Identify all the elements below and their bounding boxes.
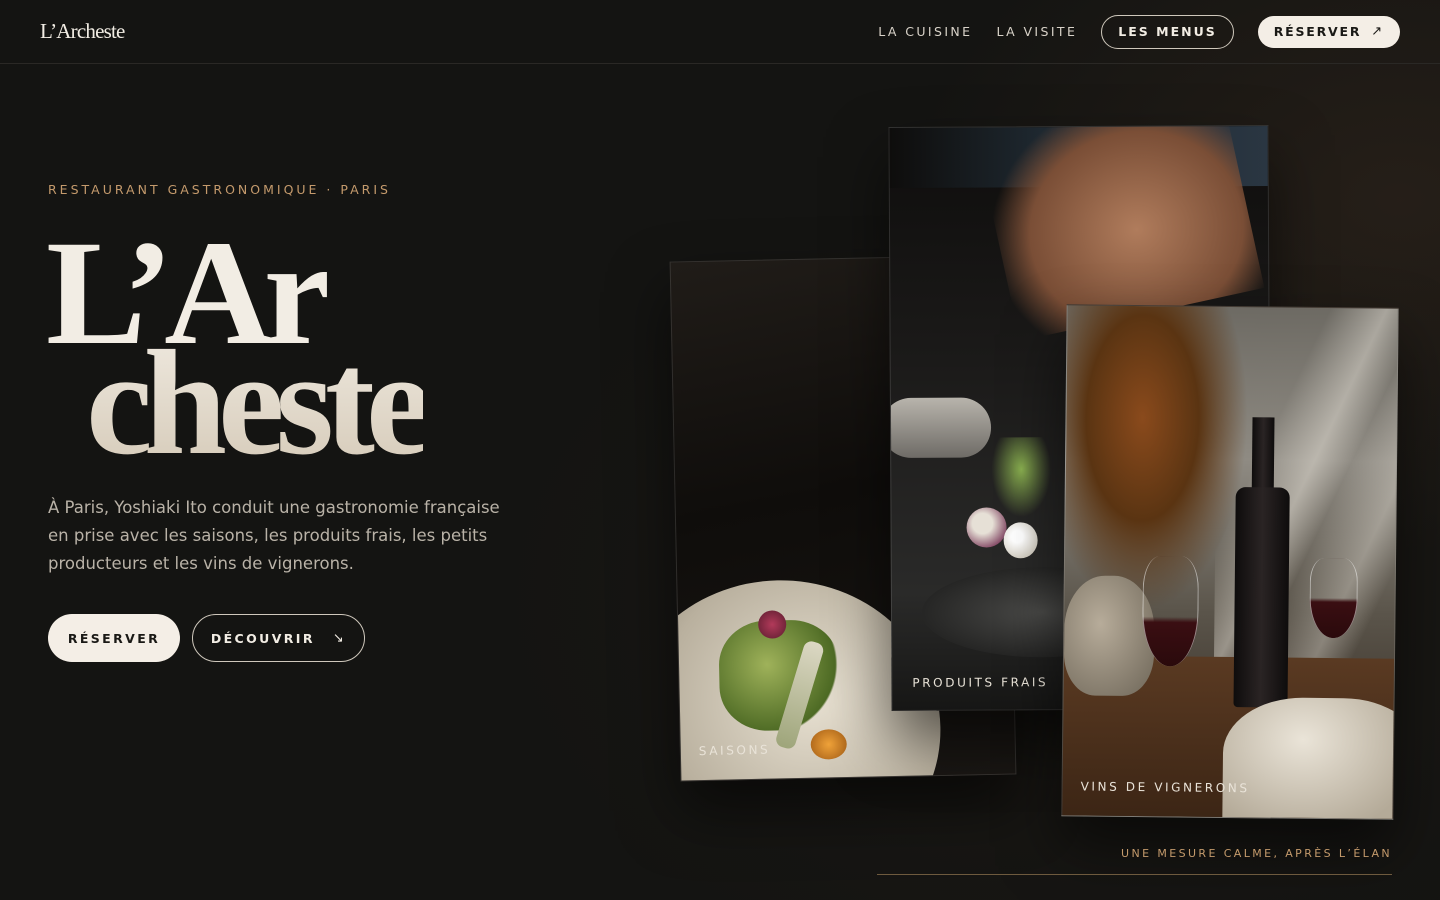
- arrow-up-right-icon: ↗: [1371, 24, 1384, 39]
- caption-divider: [877, 874, 1392, 875]
- wine-glass-image: [1141, 556, 1200, 667]
- main-nav: LA CUISINE LA VISITE LES MENUS RÉSERVER …: [878, 14, 1400, 49]
- hero-title-line2: cheste: [86, 320, 432, 486]
- hero-lead: À Paris, Yoshiaki Ito conduit une gastro…: [48, 498, 500, 573]
- card-vins-de-vignerons[interactable]: VINS DE VIGNERONS: [1061, 304, 1399, 820]
- site-header: L’Archeste LA CUISINE LA VISITE LES MENU…: [0, 0, 1440, 64]
- radish-image: [966, 507, 1007, 548]
- hero-eyebrow: RESTAURANT GASTRONOMIQUE · PARIS: [48, 182, 391, 197]
- card-label-produits-frais: PRODUITS FRAIS: [912, 675, 1049, 690]
- discover-button[interactable]: DÉCOUVRIR ↘: [192, 614, 365, 662]
- bottle-neck-image: [1251, 417, 1275, 498]
- turnip-image: [1003, 522, 1038, 559]
- header-reserve-label: RÉSERVER: [1273, 24, 1362, 39]
- wine-bottle-image: [1233, 487, 1290, 708]
- radish-leaves-image: [991, 437, 1052, 518]
- header-reserve-button[interactable]: RÉSERVER ↗: [1257, 15, 1400, 48]
- card-label-vins-de-vignerons: VINS DE VIGNERONS: [1080, 779, 1250, 796]
- hero-caption: UNE MESURE CALME, APRÈS L’ÉLAN: [1121, 847, 1392, 860]
- nav-la-cuisine[interactable]: LA CUISINE: [878, 24, 972, 39]
- nav-la-visite[interactable]: LA VISITE: [996, 24, 1077, 39]
- vase-image: [1063, 575, 1155, 697]
- menus-button[interactable]: LES MENUS: [1101, 14, 1234, 49]
- logo[interactable]: L’Archeste: [40, 19, 125, 44]
- card-label-saisons: SAISONS: [698, 742, 771, 759]
- discover-label: DÉCOUVRIR: [210, 630, 315, 646]
- napkin-image: [888, 397, 992, 459]
- hero-reserve-button[interactable]: RÉSERVER: [48, 614, 180, 662]
- arrow-down-right-icon: ↘: [332, 630, 347, 646]
- linen-cloth-image: [1222, 696, 1399, 820]
